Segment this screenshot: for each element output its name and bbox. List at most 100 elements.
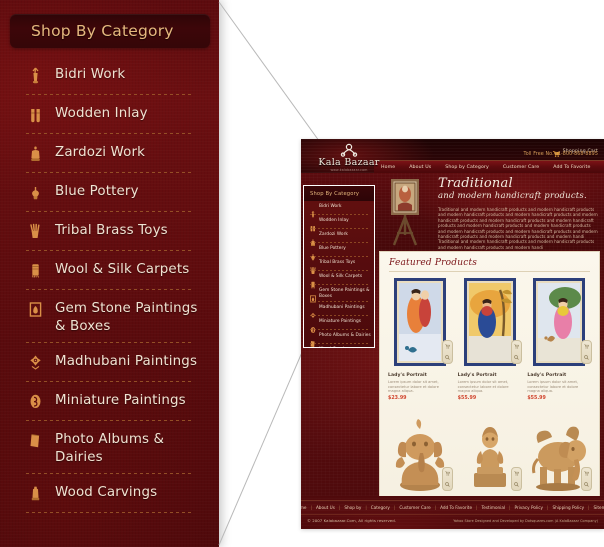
footer-link-about-us[interactable]: About Us	[312, 505, 339, 510]
sidebar-item-label: Bidri Work	[55, 67, 126, 82]
thumb-sidebar-item-miniature-paintings[interactable]: Miniature Paintings	[304, 316, 374, 334]
sidebar-item-tribal-brass-toys[interactable]: Tribal Brass Toys	[0, 212, 219, 251]
sidebar-item-bidri-work[interactable]: Bidri Work	[0, 56, 219, 95]
photo-album-icon	[26, 431, 44, 452]
product-action-buttons[interactable]	[441, 340, 453, 364]
sidebar-item-label: Wool & Silk Carpets	[55, 262, 190, 277]
footer-link-shop-by[interactable]: Shop by	[340, 505, 365, 510]
blue-pottery-icon	[26, 183, 44, 204]
zoom-icon	[584, 355, 589, 360]
thumb-sidebar-item-wood-carvings[interactable]: Wood Carvings	[304, 344, 374, 347]
footer-bottom: © 2007 Kalabazaar.Com, All rights reserv…	[301, 515, 604, 523]
product-name: Lady's Portrait	[527, 373, 567, 378]
product-description: Lorem ipsum dolor sit amet, consectetur …	[388, 380, 439, 394]
thumb-sidebar-item-photo-albums-dairies[interactable]: Photo Albums & Dairies	[304, 330, 374, 347]
thumb-sidebar-item-label: Bidri Work	[319, 204, 342, 209]
sidebar-item-wood-carvings[interactable]: Wood Carvings	[0, 474, 219, 513]
product-image-wrap	[458, 405, 523, 497]
thumb-sidebar-item-label: Madhubani Paintings	[319, 305, 365, 311]
footer-link-customer-care[interactable]: Customer Care	[395, 505, 434, 510]
sidebar-item-label: Madhubani Paintings	[55, 354, 198, 369]
product-card[interactable]: Lady's Portrait Lorem ipsum dolor sit am…	[457, 278, 523, 401]
sidebar-item-photo-albums-dairies[interactable]: Photo Albums & Dairies	[0, 421, 219, 474]
zoom-icon	[444, 482, 450, 487]
product-card[interactable]: Lady's Portrait Lorem ipsum dolor sit am…	[388, 278, 453, 401]
carving-ganesha-image	[392, 413, 448, 497]
madhubani-motif-icon	[26, 353, 44, 374]
bidri-vase-icon	[26, 66, 44, 87]
sidebar-item-blue-pottery[interactable]: Blue Pottery	[0, 173, 219, 212]
gem-stone-painting-icon	[26, 300, 44, 321]
sidebar-item-miniature-paintings[interactable]: Miniature Paintings	[0, 382, 219, 421]
painting-lady-pink-image	[533, 278, 586, 370]
photo-album-icon	[310, 333, 316, 347]
add-to-cart-icon	[445, 471, 450, 476]
add-to-cart-icon	[584, 344, 590, 349]
footer-link-testimonial[interactable]: Testimonial	[477, 505, 509, 510]
sidebar-item-label: Photo Albums & Dairies	[55, 432, 165, 465]
product-action-buttons[interactable]	[511, 466, 523, 491]
site-logo[interactable]: Kala Bazaar www.kalabazaar.com	[309, 140, 389, 180]
product-action-buttons[interactable]	[581, 466, 593, 491]
product-description: Lorem ipsum dolor sit amet, consectetur …	[527, 380, 579, 394]
product-card[interactable]: Lady's Portrait Lorem ipsum dolor sit am…	[527, 278, 593, 401]
sidebar-header: Shop By Category	[10, 14, 210, 48]
footer-link-shipping-policy[interactable]: Shipping Policy	[548, 505, 588, 510]
shop-by-category-sidebar: Shop By Category Bidri Work Wodden Inlay…	[0, 0, 219, 547]
wood-carving-icon	[26, 484, 44, 505]
thumb-sidebar-item-tribal-brass-toys[interactable]: Tribal Brass Toys	[304, 257, 374, 274]
sidebar-item-zardozi-work[interactable]: Zardozi Work	[0, 134, 219, 173]
sidebar-header-title: Shop By Category	[31, 22, 174, 40]
product-price: $55.99	[457, 395, 477, 401]
logo-mark-icon	[336, 141, 362, 158]
logo-url: www.kalabazaar.com	[330, 168, 368, 172]
thumb-sidebar-item-bidri-work[interactable]: Bidri Work	[304, 201, 374, 218]
thumb-sidebar-item-zardozi-work[interactable]: Zardozi Work	[304, 229, 374, 246]
carpet-roll-icon	[26, 261, 44, 282]
nav-item-customer-care[interactable]: Customer Care	[496, 165, 546, 170]
thumb-sidebar-item-label: Zardozi Work	[319, 232, 348, 237]
add-to-cart-icon	[584, 471, 590, 476]
footer-link-privacy-policy[interactable]: Privacy Policy	[510, 505, 547, 510]
thumb-sidebar-item-gem-stone-paintings-boxes[interactable]: Gem Stone Paintings & Boxes	[304, 285, 374, 303]
product-action-buttons[interactable]	[441, 466, 453, 491]
thumbnail-category-header: Shop By Category	[304, 186, 374, 201]
thumb-sidebar-item-wodden-inlay[interactable]: Wodden Inlay	[304, 215, 374, 232]
product-action-buttons[interactable]	[581, 340, 593, 364]
thumb-sidebar-item-blue-pottery[interactable]: Blue Pottery	[304, 243, 374, 261]
zardozi-pot-icon	[310, 232, 316, 246]
product-image-wrap	[458, 278, 523, 370]
zoom-icon	[444, 355, 450, 360]
sidebar-item-label: Zardozi Work	[55, 145, 146, 160]
nav-item-add-to-favorite[interactable]: Add To Favorite	[546, 165, 597, 170]
zoom-icon	[514, 482, 520, 487]
sidebar-item-madhubani-paintings[interactable]: Madhubani Paintings	[0, 343, 219, 382]
featured-products-title: Featured Products	[389, 258, 478, 268]
nav-item-testimonial[interactable]: Testimonial	[597, 165, 604, 170]
divider	[389, 271, 590, 272]
carving-seated-figure-image	[468, 415, 512, 497]
thumb-sidebar-item-madhubani-paintings[interactable]: Madhubani Paintings	[304, 302, 374, 319]
sidebar-item-gem-stone-paintings-boxes[interactable]: Gem Stone Paintings & Boxes	[0, 290, 219, 343]
thumb-sidebar-item-wool-silk-carpets[interactable]: Wool & Silk Carpets	[304, 271, 374, 289]
tribal-brass-toy-icon	[310, 260, 316, 274]
product-row: Lady's Portrait Lorem ipsum dolor sit am…	[380, 278, 599, 405]
footer-link-add-to-favorite[interactable]: Add To Favorite	[436, 505, 476, 510]
thumb-sidebar-item-label: Photo Albums & Dairies	[319, 333, 371, 339]
product-name: Lady's Portrait	[457, 373, 497, 378]
painting-lady-blue-image	[463, 278, 516, 370]
nav-item-shop-by-category[interactable]: Shop by Category	[438, 165, 496, 170]
sidebar-item-label: Wodden Inlay	[55, 106, 148, 121]
gem-stone-painting-icon	[310, 288, 316, 303]
product-action-buttons[interactable]	[511, 340, 523, 364]
toll-free-number: Toll Free No.+1-800-868-8895	[523, 152, 598, 157]
product-image-wrap	[388, 405, 453, 497]
website-thumbnail: Kala Bazaar www.kalabazaar.com Shopping …	[301, 139, 604, 529]
sidebar-item-wodden-inlay[interactable]: Wodden Inlay	[0, 95, 219, 134]
footer-link-home[interactable]: Home	[301, 505, 311, 510]
sidebar-item-wool-silk-carpets[interactable]: Wool & Silk Carpets	[0, 251, 219, 290]
footer-link-sitemap[interactable]: Sitemap	[590, 505, 604, 510]
product-price: $55.99	[527, 395, 546, 401]
nav-item-about-us[interactable]: About Us	[402, 165, 438, 170]
footer-link-category[interactable]: Category	[367, 505, 394, 510]
